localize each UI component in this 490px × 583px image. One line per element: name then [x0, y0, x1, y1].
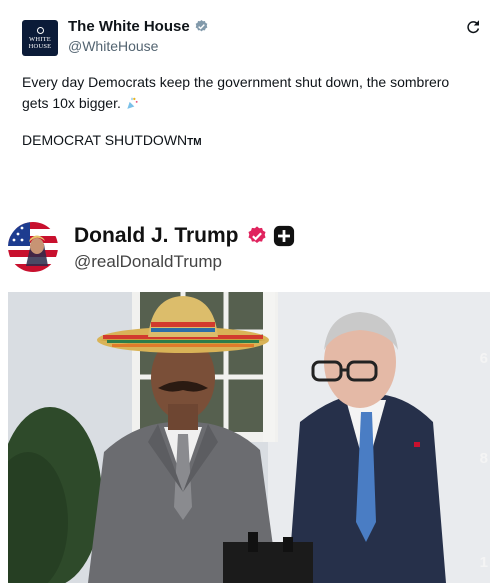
- trump-display-name[interactable]: Donald J. Trump: [74, 224, 239, 248]
- whitehouse-avatar[interactable]: WHITE HOUSE: [22, 20, 58, 56]
- post-text: Every day Democrats keep the government …: [22, 72, 472, 114]
- whitehouse-post: WHITE HOUSE The White House @WhiteHouse …: [0, 0, 490, 200]
- confetti-icon: [127, 97, 138, 109]
- side-digit: 1: [479, 554, 488, 571]
- video-frame[interactable]: 6 8 1: [8, 292, 490, 583]
- whitehouse-handle[interactable]: @WhiteHouse: [68, 38, 158, 54]
- avatar-text-bottom: HOUSE: [28, 42, 52, 50]
- trump-handle[interactable]: @realDonaldTrump: [74, 252, 222, 272]
- post-text-line: Every day Democrats keep the government …: [22, 74, 450, 111]
- refresh-icon[interactable]: [464, 18, 482, 36]
- flag-portrait-icon: [8, 222, 58, 272]
- side-digit: 8: [479, 450, 488, 467]
- trademark-label: TM: [187, 137, 202, 148]
- verified-badge-icon: [195, 19, 207, 32]
- avatar-text-top: WHITE: [29, 35, 51, 43]
- trump-name-row: Donald J. Trump: [74, 224, 295, 248]
- shutdown-text: DEMOCRAT SHUTDOWNTM: [22, 132, 202, 148]
- follow-plus-icon[interactable]: [273, 225, 295, 247]
- video-still: [8, 292, 490, 583]
- seal-icon: [36, 26, 44, 34]
- side-digit: 6: [479, 350, 488, 367]
- shutdown-label: DEMOCRAT SHUTDOWN: [22, 132, 188, 148]
- whitehouse-display-name[interactable]: The White House: [68, 18, 190, 35]
- verified-badge-icon: [247, 226, 266, 244]
- trump-avatar[interactable]: [8, 222, 58, 272]
- whitehouse-name-row: The White House: [68, 18, 209, 35]
